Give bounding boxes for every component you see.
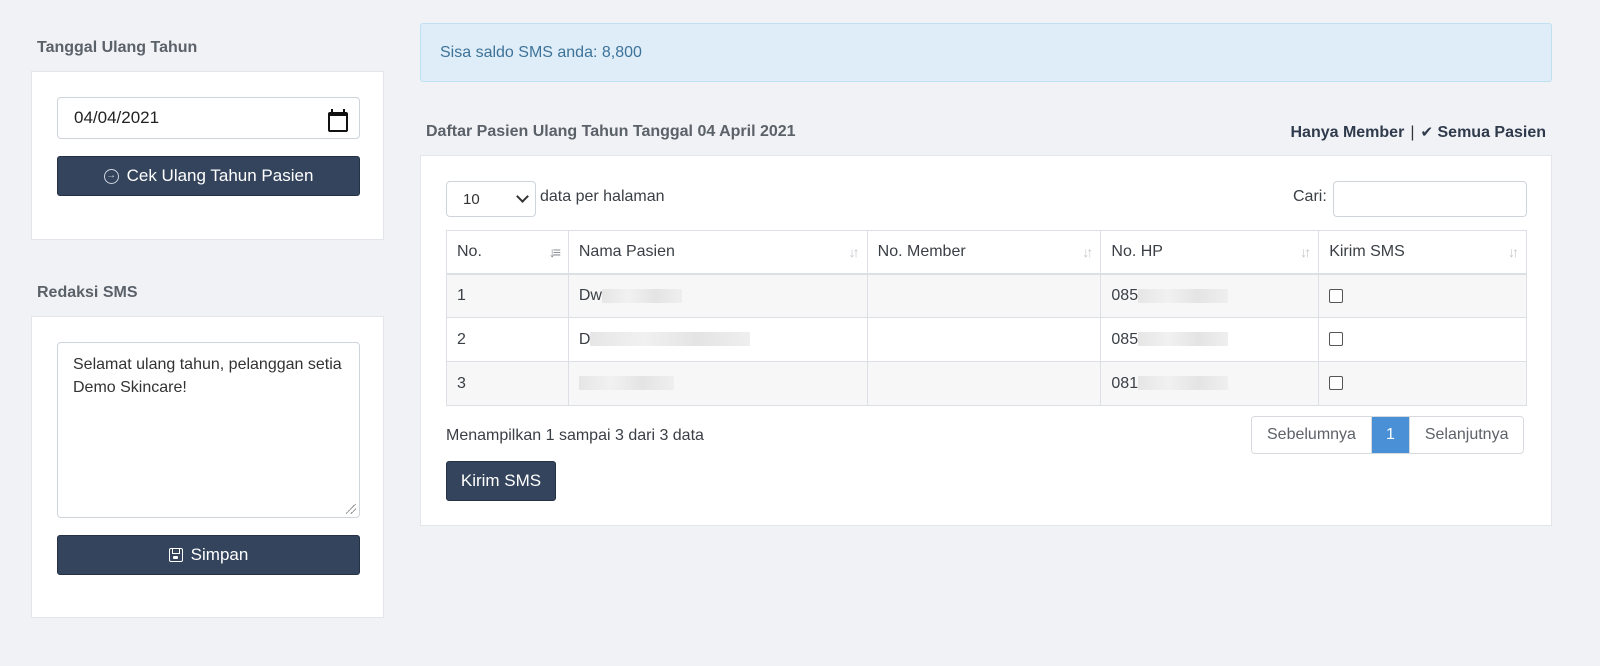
send-sms-checkbox[interactable]: [1329, 288, 1344, 303]
send-sms-button-label: Kirim SMS: [460, 471, 542, 490]
column-header-send-sms[interactable]: Kirim SMS ↓↑: [1318, 230, 1527, 275]
birthday-section-title: Tanggal Ulang Tahun: [37, 39, 198, 56]
patient-table: No. ↓≡ Nama Pasien ↓↑ No. Member ↓↑ No. HP ↓…: [446, 230, 1527, 406]
send-sms-checkbox[interactable]: [1329, 376, 1344, 391]
check-birthday-button[interactable]: → Cek Ulang Tahun Pasien: [57, 156, 360, 196]
redacted-block: [578, 376, 674, 391]
cell-name: [567, 361, 868, 406]
send-sms-button[interactable]: Kirim SMS: [446, 461, 556, 501]
cell-phone: 081: [1100, 361, 1320, 406]
pagination-prev[interactable]: Sebelumnya: [1252, 417, 1372, 453]
redacted-block: [1138, 376, 1229, 391]
cell-send-sms: [1318, 317, 1527, 362]
sort-asc-icon: ↓≡: [548, 244, 561, 260]
sort-icon: ↓↑: [848, 244, 860, 260]
sms-balance-text: Sisa saldo SMS anda: 8,800: [440, 43, 642, 61]
cell-name-text: Dw: [578, 286, 602, 304]
send-sms-checkbox[interactable]: [1329, 332, 1344, 347]
cell-send-sms: [1318, 273, 1527, 318]
filter-member-link[interactable]: Hanya Member: [1290, 124, 1404, 142]
chevron-down-icon: [516, 190, 529, 203]
cell-name: Dw: [567, 273, 868, 318]
table-row: 2 D 085: [446, 317, 1527, 362]
column-header-phone[interactable]: No. HP ↓↑: [1100, 230, 1320, 275]
patient-list-title: Daftar Pasien Ulang Tahun Tanggal 04 Apr…: [426, 123, 796, 140]
table-row: 1 Dw 085: [446, 273, 1527, 318]
page-length-label: data per halaman: [540, 188, 665, 205]
sort-icon: ↓↑: [1082, 244, 1093, 260]
filter-separator: |: [1410, 123, 1415, 141]
sms-message-text: Selamat ulang tahun, pelanggan setia Dem…: [73, 356, 342, 396]
pagination-page-1[interactable]: 1: [1371, 417, 1409, 453]
cell-phone: 085: [1100, 273, 1320, 318]
birthday-date-input[interactable]: 04/04/2021: [57, 97, 360, 139]
patient-table-panel: 10 data per halaman Cari: No. ↓≡ Nama Pas…: [420, 155, 1552, 526]
patient-filter: Hanya Member | ✔ Semua Pasien: [1290, 123, 1546, 142]
redacted-block: [601, 288, 682, 303]
page-length-select[interactable]: 10: [446, 181, 536, 217]
search-input[interactable]: [1333, 181, 1527, 217]
cell-name: D: [567, 317, 868, 362]
resize-grip-icon[interactable]: [346, 504, 356, 514]
pagination-next[interactable]: Selanjutnya: [1408, 417, 1524, 453]
date-value: 04/04/2021: [74, 108, 160, 127]
column-header-name[interactable]: Nama Pasien ↓↑: [567, 230, 868, 275]
sort-icon: ↓↑: [1300, 244, 1311, 260]
pagination: Sebelumnya 1 Selanjutnya: [1251, 416, 1525, 454]
check-icon: ✔: [1420, 124, 1434, 141]
cell-member: [866, 361, 1102, 406]
cell-member: [866, 273, 1102, 318]
column-header-send-sms-label: Kirim SMS: [1329, 242, 1405, 260]
save-icon: [168, 548, 183, 562]
circle-arrow-icon: →: [103, 168, 119, 184]
cell-member: [866, 317, 1102, 362]
cell-no: 2: [446, 317, 569, 362]
cell-no: 1: [446, 273, 569, 318]
save-button-label: Simpan: [190, 545, 249, 564]
cell-no: 3: [446, 361, 569, 406]
filter-all-link[interactable]: ✔ Semua Pasien: [1420, 123, 1546, 142]
sms-section-title: Redaksi SMS: [37, 284, 138, 301]
sms-message-textarea[interactable]: Selamat ulang tahun, pelanggan setia Dem…: [57, 342, 360, 518]
search-label: Cari:: [1293, 188, 1327, 205]
sms-balance-alert: Sisa saldo SMS anda: 8,800: [420, 23, 1552, 82]
table-info: Menampilkan 1 sampai 3 dari 3 data: [446, 427, 704, 444]
check-birthday-button-label: Cek Ulang Tahun Pasien: [126, 166, 314, 185]
filter-all-label: Semua Pasien: [1437, 124, 1547, 141]
cell-name-text: D: [578, 330, 591, 348]
sms-panel: Selamat ulang tahun, pelanggan setia Dem…: [31, 316, 384, 618]
column-header-member[interactable]: No. Member ↓↑: [866, 230, 1102, 275]
page-length-value: 10: [463, 190, 480, 208]
redacted-block: [590, 332, 751, 347]
redacted-block: [1138, 288, 1229, 303]
save-button[interactable]: Simpan: [57, 535, 360, 575]
column-header-phone-label: No. HP: [1111, 242, 1163, 260]
cell-phone-text: 081: [1111, 374, 1139, 392]
sort-icon: ↓↑: [1508, 244, 1519, 260]
cell-phone-text: 085: [1111, 286, 1139, 304]
birthday-panel: 04/04/2021 → Cek Ulang Tahun Pasien: [31, 71, 384, 240]
cell-phone: 085: [1100, 317, 1320, 362]
redacted-block: [1138, 332, 1229, 347]
column-header-name-label: Nama Pasien: [578, 242, 675, 260]
cell-send-sms: [1318, 361, 1527, 406]
calendar-icon[interactable]: [327, 109, 348, 132]
column-header-no[interactable]: No. ↓≡: [446, 230, 569, 275]
table-row: 3 081: [446, 361, 1527, 406]
cell-phone-text: 085: [1111, 330, 1139, 348]
column-header-no-label: No.: [457, 242, 482, 260]
column-header-member-label: No. Member: [877, 242, 966, 260]
